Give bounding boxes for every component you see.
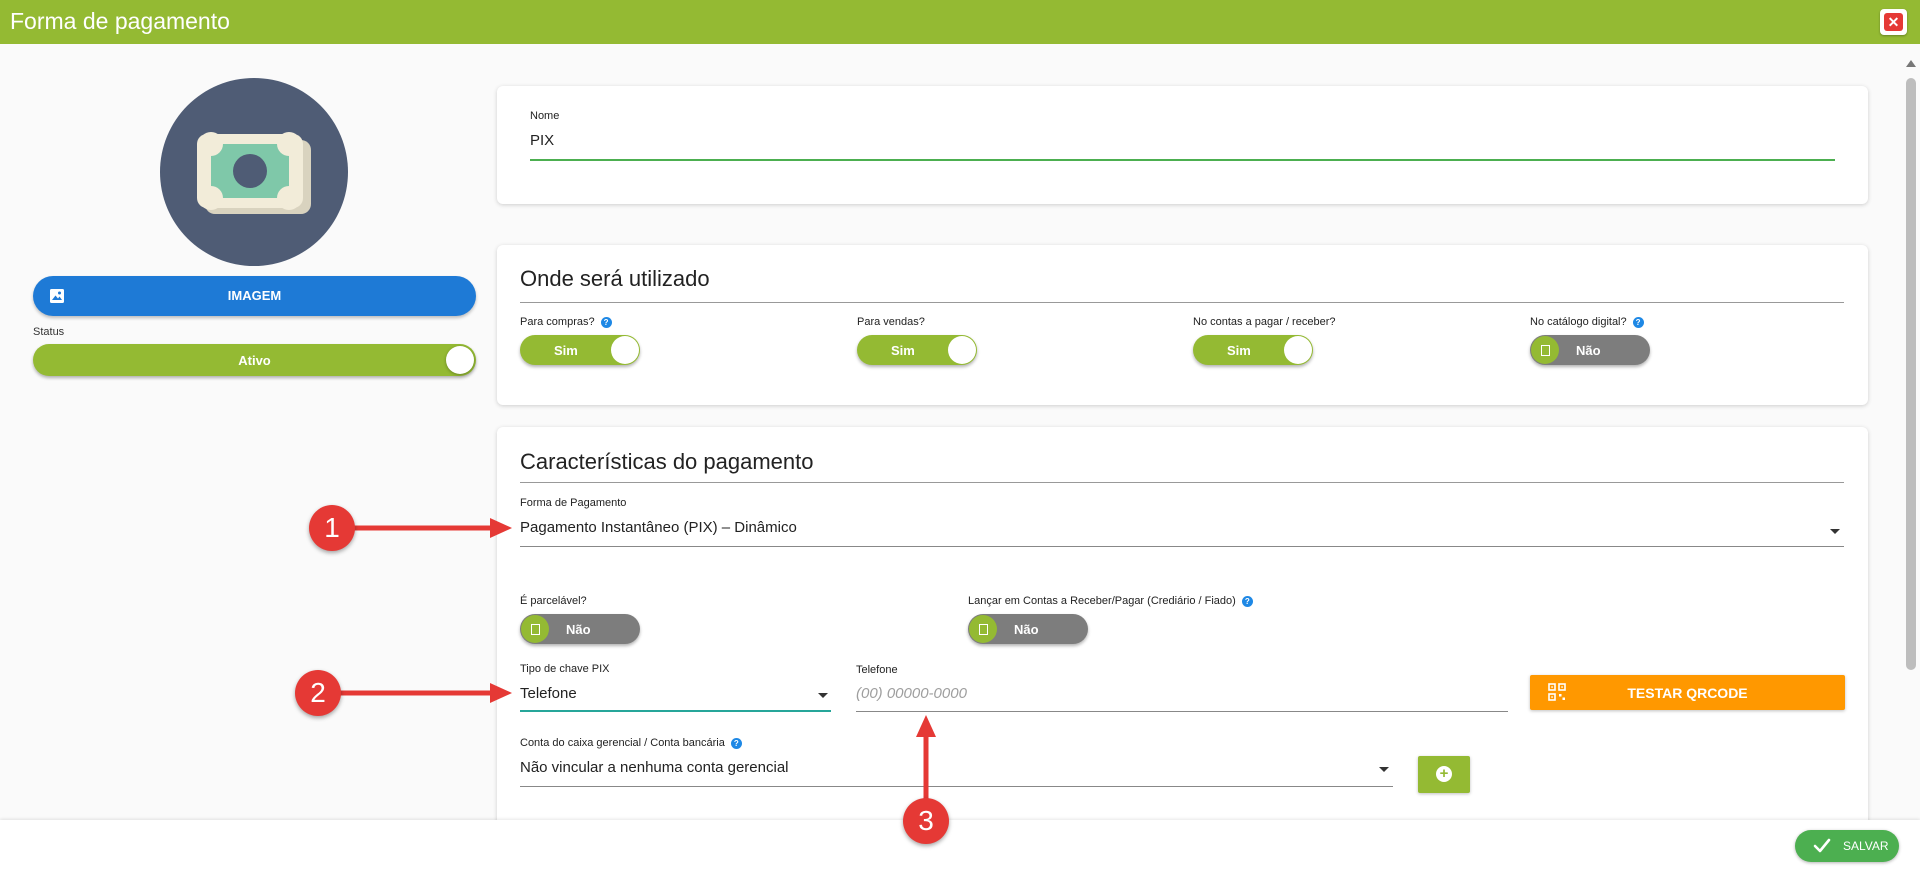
cash-account-label: Conta do caixa gerencial / Conta bancári… — [520, 737, 742, 749]
sales-toggle-label: Sim — [891, 343, 915, 358]
cash-account-select[interactable]: Não vincular a nenhuma conta gerencial — [520, 759, 1393, 776]
pix-key-type-select[interactable]: Telefone — [520, 685, 831, 702]
status-toggle[interactable]: Ativo — [33, 344, 476, 376]
annotation-marker-1: 1 — [309, 505, 355, 551]
help-icon[interactable]: ? — [600, 316, 612, 328]
help-icon[interactable]: ? — [1632, 316, 1644, 328]
payables-toggle-label: Sim — [1227, 343, 1251, 358]
pix-key-type-underline — [520, 710, 831, 712]
money-bills-icon — [197, 132, 311, 214]
usage-divider — [520, 302, 1844, 303]
toggle-knob — [948, 336, 976, 364]
phone-underline — [856, 711, 1508, 712]
payment-form-select[interactable]: Pagamento Instantâneo (PIX) – Dinâmico — [520, 519, 1844, 536]
accounts-toggle[interactable]: Não — [968, 614, 1088, 644]
test-qrcode-label: TESTAR QRCODE — [1627, 685, 1748, 701]
name-label: Nome — [530, 110, 560, 122]
catalog-toggle[interactable]: Não — [1530, 335, 1650, 365]
payment-form-label: Forma de Pagamento — [520, 497, 627, 509]
characteristics-card: Características do pagamento Forma de Pa… — [497, 427, 1868, 827]
phone-input[interactable]: (00) 00000-0000 — [856, 685, 1508, 702]
payables-toggle[interactable]: Sim — [1193, 335, 1313, 365]
usage-title: Onde será utilizado — [520, 266, 710, 291]
toggle-knob — [446, 346, 474, 374]
characteristics-divider — [520, 482, 1844, 483]
annotation-marker-2: 2 — [295, 670, 341, 716]
toggle-knob — [611, 336, 639, 364]
annotation-marker-3: 3 — [903, 798, 949, 844]
accounts-label: Lançar em Contas a Receber/Pagar (Crediá… — [968, 595, 1253, 607]
help-icon[interactable]: ? — [730, 737, 742, 749]
save-button[interactable]: SALVAR — [1795, 830, 1899, 862]
phone-label: Telefone — [856, 664, 898, 676]
help-icon[interactable]: ? — [1241, 595, 1253, 607]
catalog-toggle-label: Não — [1576, 343, 1601, 358]
toggle-knob — [1284, 336, 1312, 364]
pix-key-type-label: Tipo de chave PIX — [520, 663, 610, 675]
close-button[interactable]: ✕ — [1880, 9, 1907, 35]
scrollbar-thumb[interactable] — [1906, 78, 1916, 670]
characteristics-title: Características do pagamento — [520, 449, 814, 474]
name-input[interactable]: PIX — [530, 132, 1835, 154]
image-button[interactable]: IMAGEM — [33, 276, 476, 316]
chevron-down-icon[interactable] — [1379, 767, 1389, 772]
sales-toggle[interactable]: Sim — [857, 335, 977, 365]
title-bar: Forma de pagamento ✕ — [0, 0, 1920, 44]
plus-icon: + — [1436, 766, 1452, 782]
chevron-down-icon[interactable] — [818, 693, 828, 698]
scroll-up-arrow-icon[interactable] — [1906, 60, 1916, 67]
purchases-toggle-label: Sim — [554, 343, 578, 358]
status-label: Status — [33, 326, 65, 338]
purchases-toggle[interactable]: Sim — [520, 335, 640, 365]
image-button-label: IMAGEM — [227, 288, 282, 303]
payment-form-underline — [520, 546, 1844, 547]
cash-account-underline — [520, 786, 1393, 787]
accounts-toggle-label: Não — [1014, 622, 1039, 637]
close-icon: ✕ — [1884, 13, 1903, 31]
usage-card: Onde será utilizado Para compras?? Sim P… — [497, 245, 1868, 405]
name-input-underline — [530, 159, 1835, 161]
payment-avatar — [160, 78, 348, 266]
test-qrcode-button[interactable]: TESTAR QRCODE — [1530, 675, 1845, 710]
chevron-down-icon[interactable] — [1830, 529, 1840, 534]
footer-bar — [0, 820, 1920, 869]
toggle-knob — [969, 615, 997, 643]
payables-label: No contas a pagar / receber? — [1193, 316, 1336, 328]
installments-label: É parcelável? — [520, 595, 587, 607]
purchases-label: Para compras?? — [520, 316, 612, 328]
add-account-button[interactable]: + — [1418, 756, 1470, 793]
save-label: SALVAR — [1843, 839, 1889, 853]
toggle-knob — [521, 615, 549, 643]
installments-toggle-label: Não — [566, 622, 591, 637]
check-icon — [1811, 835, 1833, 862]
name-card: Nome PIX — [497, 86, 1868, 204]
window-title: Forma de pagamento — [10, 8, 230, 34]
catalog-label: No catálogo digital?? — [1530, 316, 1644, 328]
status-toggle-label: Ativo — [238, 353, 271, 368]
toggle-knob — [1531, 336, 1559, 364]
installments-toggle[interactable]: Não — [520, 614, 640, 644]
sales-label: Para vendas? — [857, 316, 925, 328]
